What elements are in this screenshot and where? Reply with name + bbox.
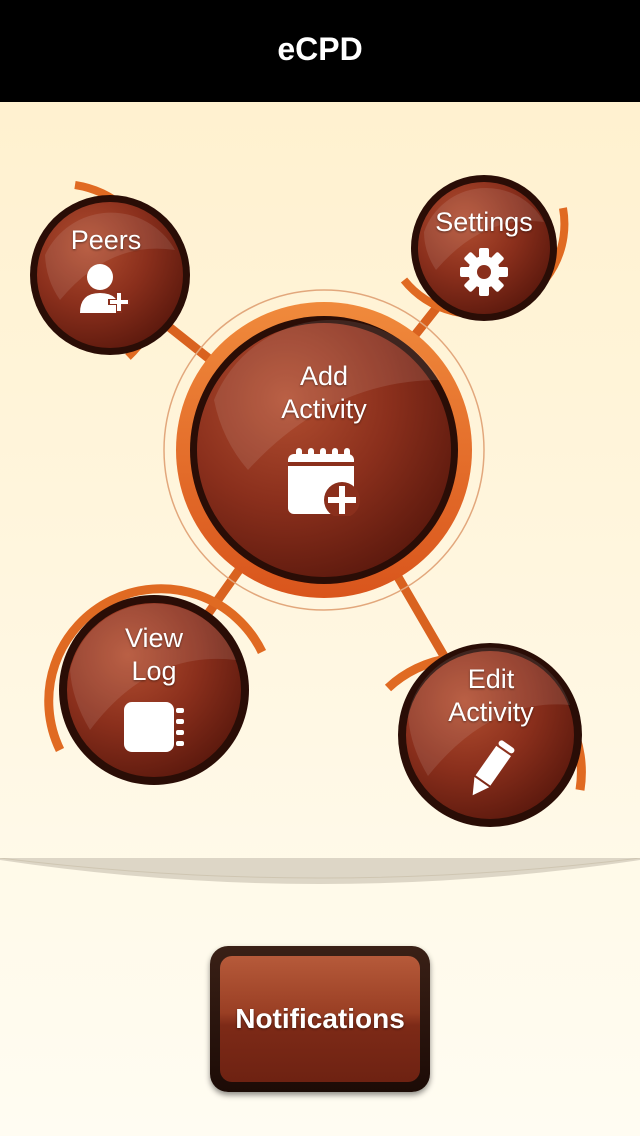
notebook-icon	[122, 700, 186, 759]
view-log-label-1: View	[124, 623, 184, 653]
settings-label: Settings	[435, 207, 533, 237]
edit-activity-label-1: Edit	[467, 664, 515, 694]
app-title: eCPD	[277, 30, 363, 67]
peers-button[interactable]: Peers	[50, 224, 162, 320]
gear-icon	[459, 247, 509, 302]
notifications-label: Notifications	[235, 1003, 405, 1034]
notifications-frame: Notifications	[210, 946, 430, 1092]
add-user-icon	[78, 263, 134, 320]
edit-activity-button[interactable]: Edit Activity	[420, 663, 562, 806]
add-activity-label-2: Activity	[281, 394, 367, 424]
edit-activity-label-2: Activity	[448, 697, 534, 727]
notifications-button[interactable]: Notifications	[220, 956, 420, 1082]
shelf-divider	[0, 858, 640, 884]
settings-button[interactable]: Settings	[424, 206, 544, 302]
peers-label: Peers	[70, 225, 142, 255]
pencil-icon	[461, 737, 521, 806]
calendar-add-icon	[286, 444, 362, 521]
view-log-button[interactable]: View Log	[94, 622, 214, 759]
view-log-label-2: Log	[131, 656, 177, 686]
nav-bar: eCPD	[0, 0, 640, 102]
add-activity-button[interactable]: Add Activity	[224, 360, 424, 521]
add-activity-label-1: Add	[299, 361, 349, 391]
